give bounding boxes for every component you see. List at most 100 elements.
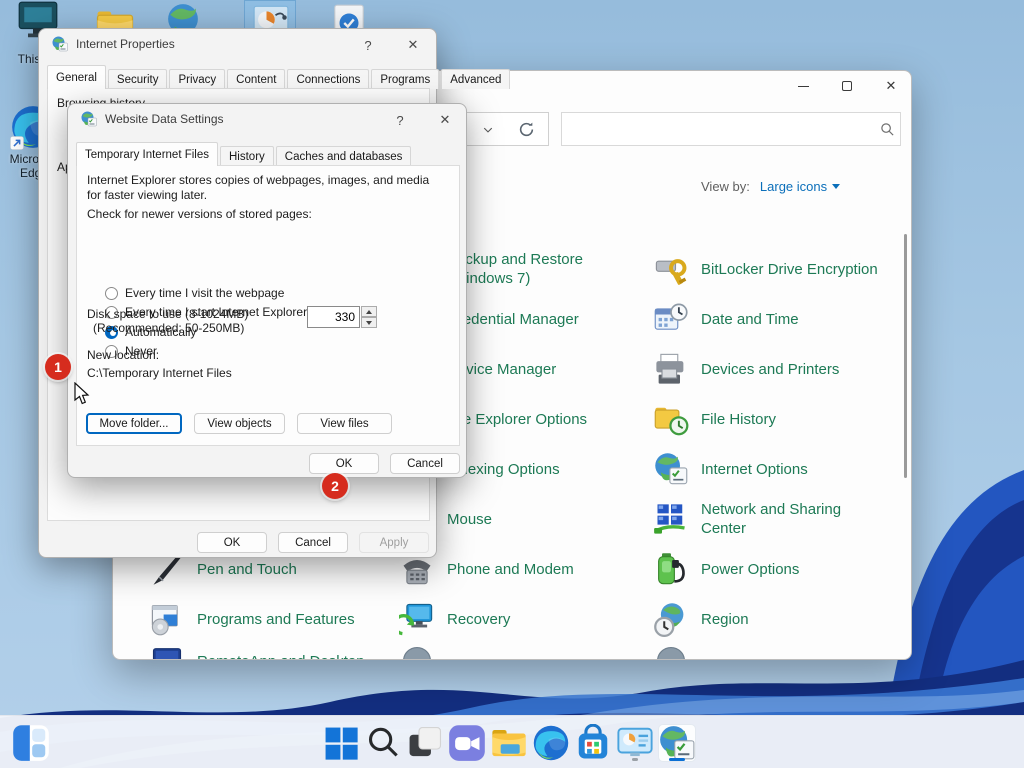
edge-button[interactable] [532,724,570,762]
ok-button[interactable]: OK [309,453,379,474]
tab-content[interactable]: Content [227,69,285,89]
spinner-down-icon[interactable] [361,317,377,328]
control-panel-item-file-history[interactable]: File History [653,400,886,438]
task-view-button[interactable] [406,724,444,762]
help-button[interactable]: ? [353,33,383,57]
control-panel-item-network-and-sharing-center[interactable]: Network and Sharing Center [653,500,886,538]
desktop: This PC Microsoft Edge ✕ View by: Large … [0,0,1024,768]
radio-icon[interactable] [105,287,118,300]
active-app-indicator [669,758,685,761]
chat-button[interactable] [448,724,486,762]
ok-button[interactable]: OK [197,532,267,553]
search-icon [364,724,402,762]
chat-icon [448,724,486,762]
check-newer-label: Check for newer versions of stored pages… [87,207,312,222]
description-text: Internet Explorer stores copies of webpa… [87,173,439,203]
close-icon: ✕ [886,78,897,94]
tab-programs[interactable]: Programs [371,69,439,89]
control-panel-item-recovery[interactable]: Recovery [399,600,632,638]
view-objects-button[interactable]: View objects [194,413,285,434]
control-panel-search-input[interactable] [570,117,870,141]
sliver-icon [653,642,689,660]
search-button[interactable] [364,724,402,762]
scrollbar[interactable] [904,234,907,478]
website-data-settings-icon [81,111,97,127]
tab-general[interactable]: General [47,65,106,89]
file-explorer-button[interactable] [490,724,528,762]
disk-space-input[interactable] [307,306,360,328]
tab-security[interactable]: Security [108,69,168,89]
annotation-step-2: 2 [322,473,348,499]
start-button[interactable] [322,724,360,762]
refresh-icon[interactable] [518,121,535,138]
printer-icon [653,350,689,388]
tab-privacy[interactable]: Privacy [169,69,225,89]
help-button[interactable]: ? [385,108,415,132]
minimize-button[interactable] [781,71,825,101]
control-panel-item-date-and-time[interactable]: Date and Time [653,300,886,338]
inetopt-icon [653,450,689,488]
view-by-dropdown[interactable]: Large icons [760,179,840,194]
move-folder-button[interactable]: Move folder... [86,413,182,434]
chevron-down-icon [832,184,840,189]
disk-space-spinner[interactable] [361,306,377,328]
store-button[interactable] [574,724,612,762]
apply-button[interactable]: Apply [359,532,429,553]
radio-label: Every time I visit the webpage [125,286,284,300]
dialog-title: Internet Properties [76,37,175,51]
tab-caches-and-databases[interactable]: Caches and databases [276,146,412,166]
close-button[interactable]: ✕ [430,108,460,132]
item-label: Network and Sharing Center [701,500,886,538]
control-panel-item[interactable] [653,642,886,660]
control-panel-item-internet-options[interactable]: Internet Options [653,450,886,488]
item-label: Programs and Features [197,610,382,629]
dialog-title: Website Data Settings [105,112,224,126]
minimize-icon [798,86,809,87]
item-label: Pen and Touch [197,560,382,579]
item-label: Region [701,610,886,629]
radio-option-every-time-i-visit-the-webpage[interactable]: Every time I visit the webpage [105,285,284,301]
taskbar: ENG 13:06 11/12/2568 [0,715,1024,768]
item-label: Backup and Restore (Windows 7) [447,250,632,288]
region-icon [653,600,689,638]
close-button[interactable]: ✕ [869,71,912,101]
chevron-down-icon[interactable] [482,124,494,136]
temporary-internet-files-panel: Internet Explorer stores copies of webpa… [76,165,460,446]
tab-history[interactable]: History [220,146,274,166]
tab-connections[interactable]: Connections [287,69,369,89]
item-label: Phone and Modem [447,560,632,579]
cancel-button[interactable]: Cancel [278,532,348,553]
control-panel-item-programs-and-features[interactable]: Programs and Features [149,600,382,638]
tab-advanced[interactable]: Advanced [441,69,510,89]
control-panel-item-power-options[interactable]: Power Options [653,550,886,588]
tab-temporary-internet-files[interactable]: Temporary Internet Files [76,142,218,166]
mouse-cursor [73,382,91,406]
search-icon[interactable] [880,122,895,137]
annotation-step-1: 1 [45,354,71,380]
item-label: Credential Manager [447,310,632,329]
maximize-button[interactable] [825,71,869,101]
programs-icon [149,600,185,638]
close-button[interactable]: ✕ [398,33,428,57]
control-panel-button[interactable] [616,724,654,762]
control-panel-item[interactable] [399,642,632,660]
remoteapp-icon [149,642,185,660]
item-label: Internet Options [701,460,886,479]
spinner-up-icon[interactable] [361,306,377,317]
website-data-settings-dialog: Website Data Settings ? ✕ Temporary Inte… [67,103,467,478]
control-panel-item-bitlocker-drive-encryption[interactable]: BitLocker Drive Encryption [653,250,886,288]
view-files-button[interactable]: View files [297,413,392,434]
filehistory-icon [653,400,689,438]
bitlocker-icon [653,250,689,288]
control-panel-item-remoteapp-and-desktop[interactable]: RemoteApp and Desktop [149,642,382,660]
cancel-button[interactable]: Cancel [390,453,460,474]
item-label: Devices and Printers [701,360,886,379]
search-box [561,112,901,146]
control-panel-item-devices-and-printers[interactable]: Devices and Printers [653,350,886,388]
widgets-button[interactable] [12,724,50,762]
internet-options-button[interactable] [658,724,696,762]
new-location-label: New location: [87,348,159,363]
file-explorer-icon [490,724,528,762]
item-label: File Explorer Options [447,410,632,429]
control-panel-item-region[interactable]: Region [653,600,886,638]
